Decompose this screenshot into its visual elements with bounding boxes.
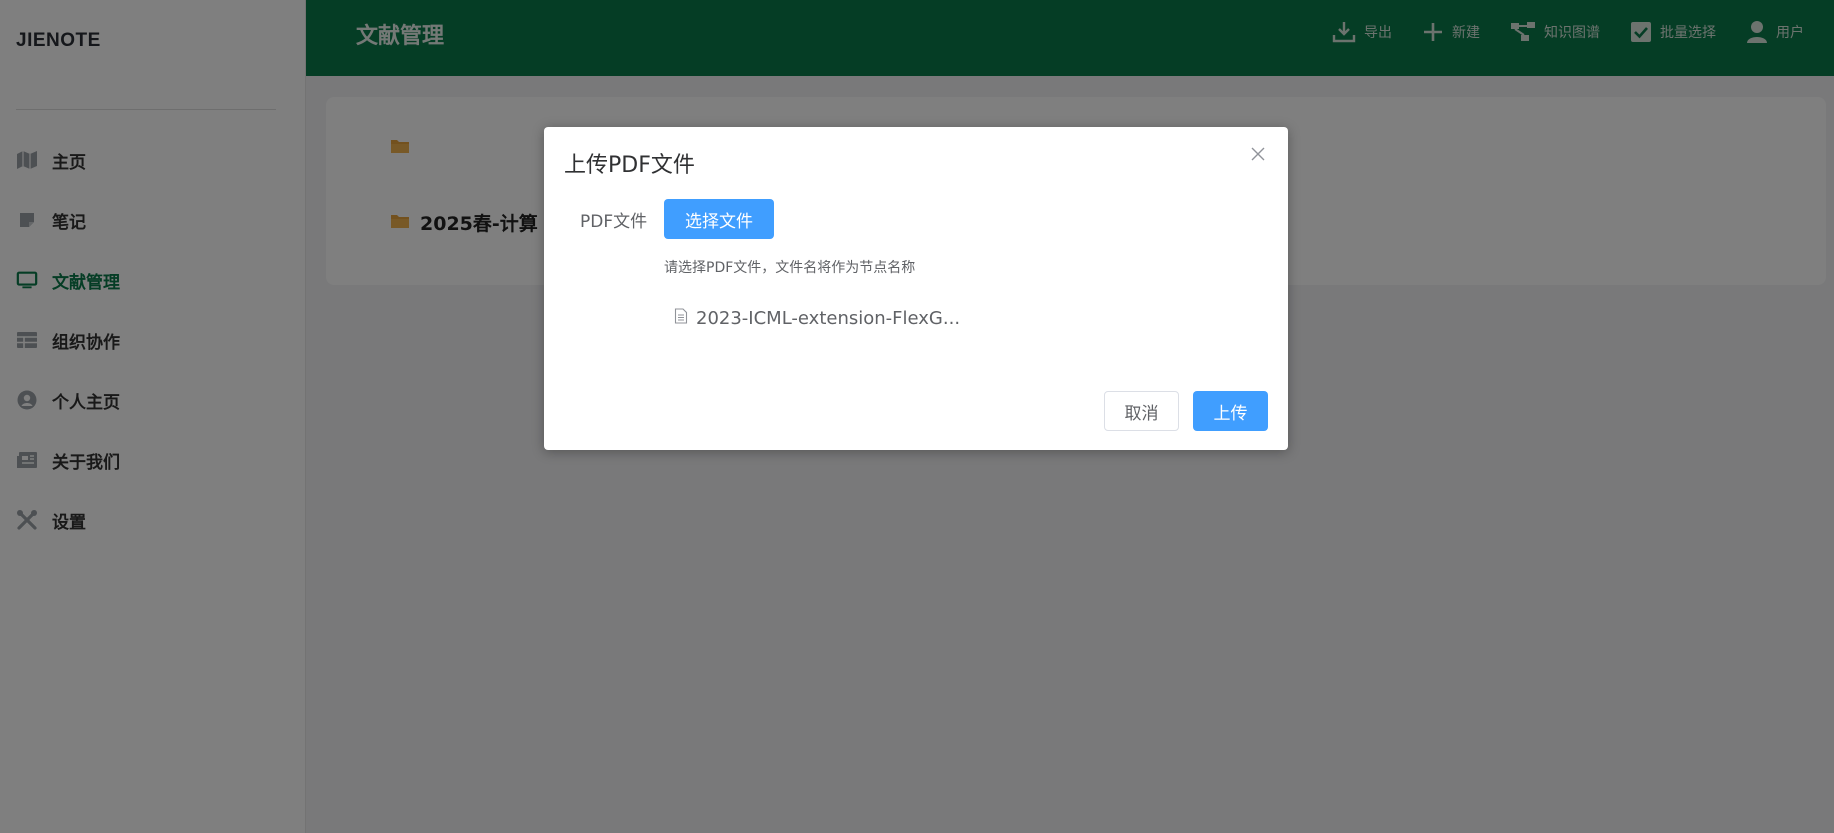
selected-file-item[interactable]: 2023-ICML-extension-FlexG... bbox=[674, 308, 960, 329]
document-icon bbox=[674, 308, 688, 329]
dialog-title: 上传PDF文件 bbox=[564, 153, 695, 178]
choose-file-button[interactable]: 选择文件 bbox=[664, 199, 774, 239]
cancel-button[interactable]: 取消 bbox=[1104, 391, 1179, 431]
pdf-field-label: PDF文件 bbox=[580, 212, 648, 232]
close-icon bbox=[1251, 146, 1265, 165]
close-button[interactable] bbox=[1248, 145, 1268, 165]
upload-pdf-dialog: 上传PDF文件 PDF文件 选择文件 请选择PDF文件，文件名将作为节点名称 2… bbox=[544, 127, 1288, 450]
upload-hint: 请选择PDF文件，文件名将作为节点名称 bbox=[664, 260, 916, 276]
file-name: 2023-ICML-extension-FlexG... bbox=[696, 308, 961, 329]
upload-button[interactable]: 上传 bbox=[1193, 391, 1268, 431]
